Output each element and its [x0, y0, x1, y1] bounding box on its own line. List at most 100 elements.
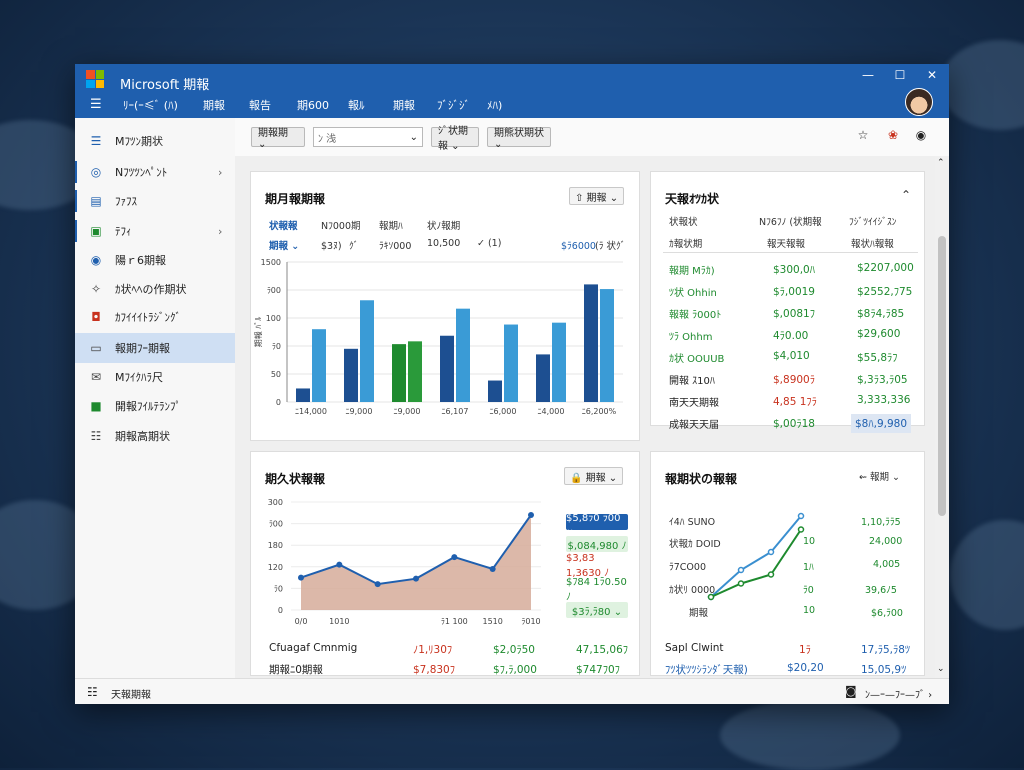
menu-item[interactable]: 期報 [393, 97, 415, 113]
sidebar-item[interactable]: ▣ ﾃﾌｨ › [75, 218, 235, 244]
row-label: 成報天天届 [669, 420, 719, 431]
sidebar-item[interactable]: ◘ ｶﾌｲｲｲﾄﾗｼﾞﾝｸﾞ [75, 304, 235, 330]
menu-item[interactable]: 期600 [297, 97, 329, 113]
filter-label[interactable]: Nﾌ000期 [321, 218, 361, 232]
row-value: 39,6ﾉ5 [865, 585, 897, 596]
panel-title: 期月報期報 [265, 192, 326, 206]
sidebar-item[interactable]: ☰ Mﾌﾂﾝ期状 [75, 128, 235, 154]
data-point [451, 554, 458, 561]
value-chip[interactable]: $3ﾗ,ﾗ80 ⌄ [566, 602, 628, 618]
data-point [374, 581, 381, 588]
scroll-down-icon[interactable]: ⌄ [937, 664, 945, 674]
menu-item[interactable]: ﾌﾞｼﾞｼﾞ [437, 97, 470, 113]
bar [440, 335, 454, 402]
map-icon: ✧ [90, 282, 102, 296]
table-row[interactable]: ﾂ状 Ohhin $ﾗ,0019 $2552,ﾌ75 [651, 282, 926, 302]
zoom-icon[interactable]: ◙ [845, 684, 857, 698]
value-chip[interactable]: $5,8ﾗ0 ﾗ00 ⌄ [566, 513, 628, 535]
filter-dropdown-button[interactable]: ｼﾞ状期報 ⌄ [431, 126, 479, 152]
x-tick-label: ﾗ1 100 [441, 617, 468, 626]
chevron-right-icon: › [218, 224, 223, 238]
hamburger-menu-icon[interactable]: ☰ [90, 97, 102, 112]
row-mid-value: 10 [803, 536, 816, 547]
value-chip[interactable]: $3,83 1,3630 ﾉ [566, 553, 628, 579]
data-point [336, 561, 343, 568]
data-point [489, 565, 496, 572]
data-point [737, 580, 745, 587]
summary-value: ﾉ1,ﾘ30ﾌ [413, 644, 453, 656]
menu-item[interactable]: 報告 [249, 97, 271, 113]
user-avatar[interactable] [905, 88, 933, 116]
star-icon[interactable]: ☆ [855, 128, 871, 144]
row-mid-value: 1ﾊ [803, 562, 814, 573]
maximize-button[interactable]: ☐ [887, 68, 913, 84]
zoom-control[interactable]: ﾝ—ｰ—ﾌｰ—ﾌﾞ › [865, 686, 932, 701]
x-tick-label: ﾆ6,000 [490, 407, 517, 416]
row-label: ﾂﾗ Ohhm [669, 332, 713, 343]
menu-item[interactable]: ﾘｰ(ｰ≤ﾞ (ﾊ) [123, 97, 178, 113]
filter-label[interactable]: 状報報 [269, 218, 298, 232]
menu-item[interactable]: 期報 [203, 97, 225, 113]
grid-view-icon[interactable]: ☷ [87, 685, 98, 699]
y-tick-label: 1500 [261, 258, 281, 267]
y-tick-label: 0 [278, 606, 283, 615]
row-value: 24,000 [869, 536, 903, 547]
table-row[interactable]: 南天天期報 4,85 1ﾌﾗ 3,333,336 [651, 392, 926, 412]
collapse-icon[interactable]: ⌃ [901, 188, 911, 202]
sidebar-item[interactable]: ◎ Nﾌﾂﾂﾝﾍﾟﾝﾄ › [75, 159, 235, 185]
sort-dropdown-button[interactable]: 期熊状期状 ⌄ [487, 127, 551, 150]
sidebar-item[interactable]: ☷ 期報高期状 [75, 423, 235, 449]
bar [408, 341, 422, 402]
value-chip[interactable]: $ﾌ84 1ﾗ0.50 ﾉ [566, 577, 628, 603]
row-label: ﾗ7CO00 [669, 562, 706, 573]
row-label: 南天天期報 [669, 398, 719, 409]
logo-square [95, 79, 104, 88]
sidebar-item[interactable]: ✧ ｶ状ﾍﾍの作期状 [75, 276, 235, 302]
search-input[interactable]: ﾝ 浅 ⌄ [313, 127, 423, 147]
close-button[interactable]: ✕ [919, 68, 945, 84]
table-row[interactable]: ｶ状 OOUUB $4,010 $55,8ﾗﾌ [651, 348, 926, 368]
table-row[interactable]: 成報天天届 $,00ﾗ18 $8ﾊ,9,980 [651, 414, 926, 434]
scroll-up-icon[interactable]: ⌃ [937, 158, 945, 168]
filter-label[interactable]: 状ﾉ報期 [427, 218, 460, 232]
table-row[interactable]: 開報 ｽ10ﾊ $,8900ﾗ $,3ﾗ3,ﾗ05 [651, 370, 926, 390]
panel-dropdown-button[interactable]: ⇧ 期報 ⌄ [569, 187, 625, 205]
summary-label: ﾌﾂ状ﾂﾂｼﾗﾝﾀﾞ天報) [665, 664, 748, 676]
sidebar-item[interactable]: ◉ 陽ｒ6期報 [75, 247, 235, 273]
filter-label[interactable]: 報期ﾊ [379, 218, 403, 232]
vertical-scrollbar[interactable]: ⌃ ⌄ [935, 156, 949, 678]
summary-value: 15,05,9ﾂ [861, 664, 907, 676]
column-header: 報天報報 [767, 239, 806, 250]
menu-item[interactable]: ﾒﾊ) [487, 97, 502, 113]
sidebar-accent [75, 161, 77, 183]
settings-icon[interactable]: ◉ [913, 128, 929, 144]
column-header: ｶ報状期 [669, 239, 703, 250]
filter-value[interactable]: ✓ (1) [477, 238, 501, 249]
view-dropdown-button[interactable]: 期報期 ⌄ [251, 127, 305, 150]
row-value: $ﾗ,0019 [773, 286, 815, 298]
bar [312, 329, 326, 402]
value-chip[interactable]: $,084,980 ﾉ [566, 536, 628, 552]
panel-dropdown-button[interactable]: 🔒 期報 ⌄ [564, 467, 624, 485]
panel-title: 報期状の報報 [665, 472, 738, 486]
x-tick-label: ﾆ6,200% [582, 407, 617, 416]
sidebar-item[interactable]: ▤ ﾌｧﾌｽ [75, 188, 235, 214]
table-row[interactable]: ﾂﾗ Ohhm 4ﾗ0.00 $29,600 [651, 326, 926, 346]
menu-item[interactable]: 報ﾙ [348, 97, 365, 113]
filter-value[interactable]: 期報 ⌄ [269, 238, 299, 252]
app-window: Microsoft 期報 — ☐ ✕ ☰ ﾘｰ(ｰ≤ﾞ (ﾊ) 期報 報告 期6… [75, 64, 949, 704]
sidebar-item-active[interactable]: ▭ 報期ﾌｰ期報 [75, 333, 235, 363]
sidebar-item[interactable]: ■ 開報ﾌｲﾙﾃﾗﾝﾌﾟ [75, 393, 235, 419]
scroll-thumb[interactable] [938, 236, 946, 516]
row-value: $,0081ﾌ [773, 308, 815, 320]
sidebar-item[interactable]: ✉ Mﾌｲｸﾊﾗ尺 [75, 364, 235, 390]
table-row[interactable]: 報期 Mﾗｶ) $300,0ﾊ $2207,000 [651, 260, 926, 280]
table-row[interactable]: 報報 ﾗ000ﾄ $,0081ﾌ $8ﾗ4,ﾗ85 [651, 304, 926, 324]
panel-dropdown-button[interactable]: ⇜ 報期 ⌄ [859, 469, 900, 483]
sidebar-accent [75, 190, 77, 212]
column-header: Nﾌ6ﾌﾉ (状期報 [759, 217, 822, 228]
notification-icon[interactable]: ❀ [885, 128, 901, 144]
background-cloud [720, 700, 900, 770]
bar [296, 388, 310, 402]
minimize-button[interactable]: — [855, 68, 881, 84]
